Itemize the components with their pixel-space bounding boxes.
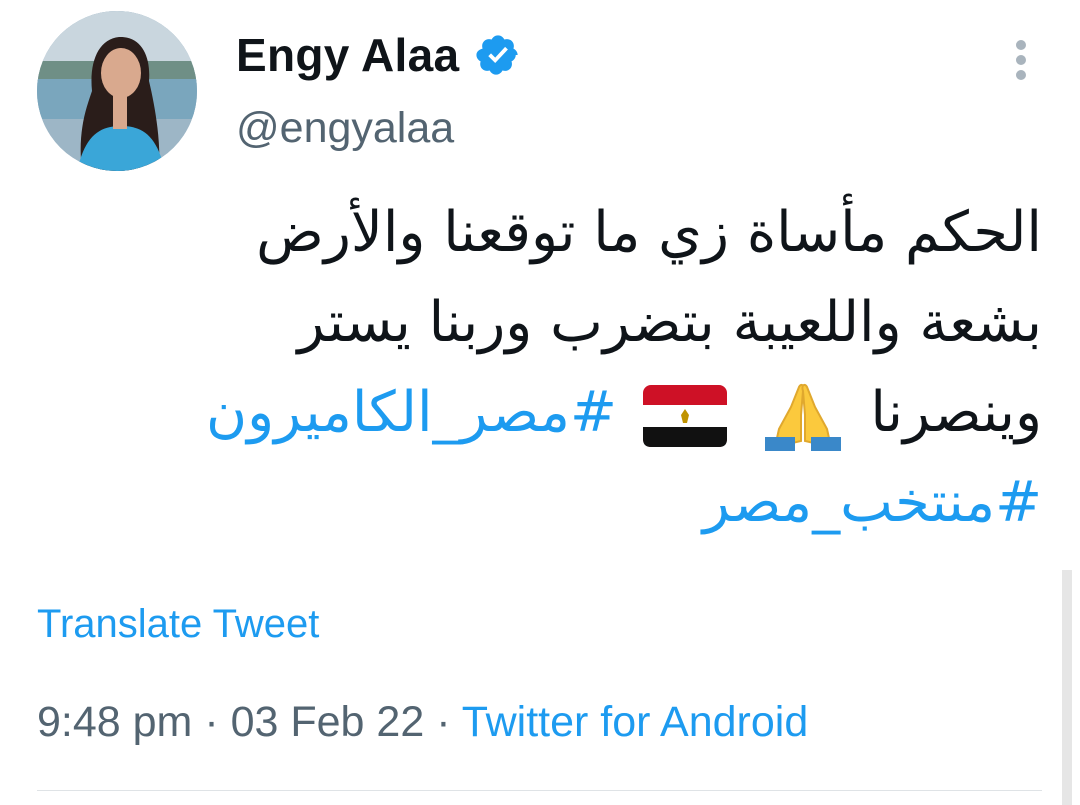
meta-separator: · — [192, 698, 231, 746]
divider — [37, 790, 1042, 791]
meta-separator: · — [424, 698, 462, 746]
display-name[interactable]: Engy Alaa — [236, 28, 459, 82]
tweet-metadata: 9:48 pm · 03 Feb 22 · Twitter for Androi… — [37, 698, 808, 747]
tweet-text: الحكم مأساة زي ما توقعنا والأرض بشعة وال… — [142, 188, 1042, 548]
user-handle[interactable]: @engyalaa — [236, 104, 454, 153]
hashtag-link[interactable]: #منتخب_مصر — [703, 470, 1042, 535]
more-dot — [1016, 70, 1026, 80]
tweet-line-1: الحكم مأساة زي ما توقعنا والأرض — [256, 200, 1042, 265]
tweet-source-link[interactable]: Twitter for Android — [462, 698, 809, 746]
more-options-icon[interactable] — [1008, 40, 1034, 80]
tweet-line-2: بشعة واللعيبة بتضرب وربنا يستر — [297, 290, 1042, 355]
more-dot — [1016, 40, 1026, 50]
author-name-row: Engy Alaa — [236, 26, 521, 84]
folded-hands-icon — [764, 383, 841, 451]
avatar[interactable] — [37, 11, 197, 171]
tweet-line-3: وينصرنا #مصر_الكاميرون — [142, 368, 1042, 458]
scrollbar[interactable] — [1062, 570, 1072, 805]
hashtag-link[interactable]: #مصر_الكاميرون — [206, 380, 617, 445]
translate-tweet-link[interactable]: Translate Tweet — [37, 602, 319, 647]
verified-badge-icon — [476, 35, 519, 75]
tweet-time[interactable]: 9:48 pm — [37, 698, 192, 746]
tweet-line-4: #منتخب_مصر — [142, 458, 1042, 548]
profile-photo — [37, 11, 197, 171]
egypt-flag-icon — [642, 384, 727, 447]
tweet-line-3-text: وينصرنا — [870, 380, 1042, 445]
more-dot — [1016, 55, 1026, 65]
tweet-date[interactable]: 03 Feb 22 — [231, 698, 425, 746]
